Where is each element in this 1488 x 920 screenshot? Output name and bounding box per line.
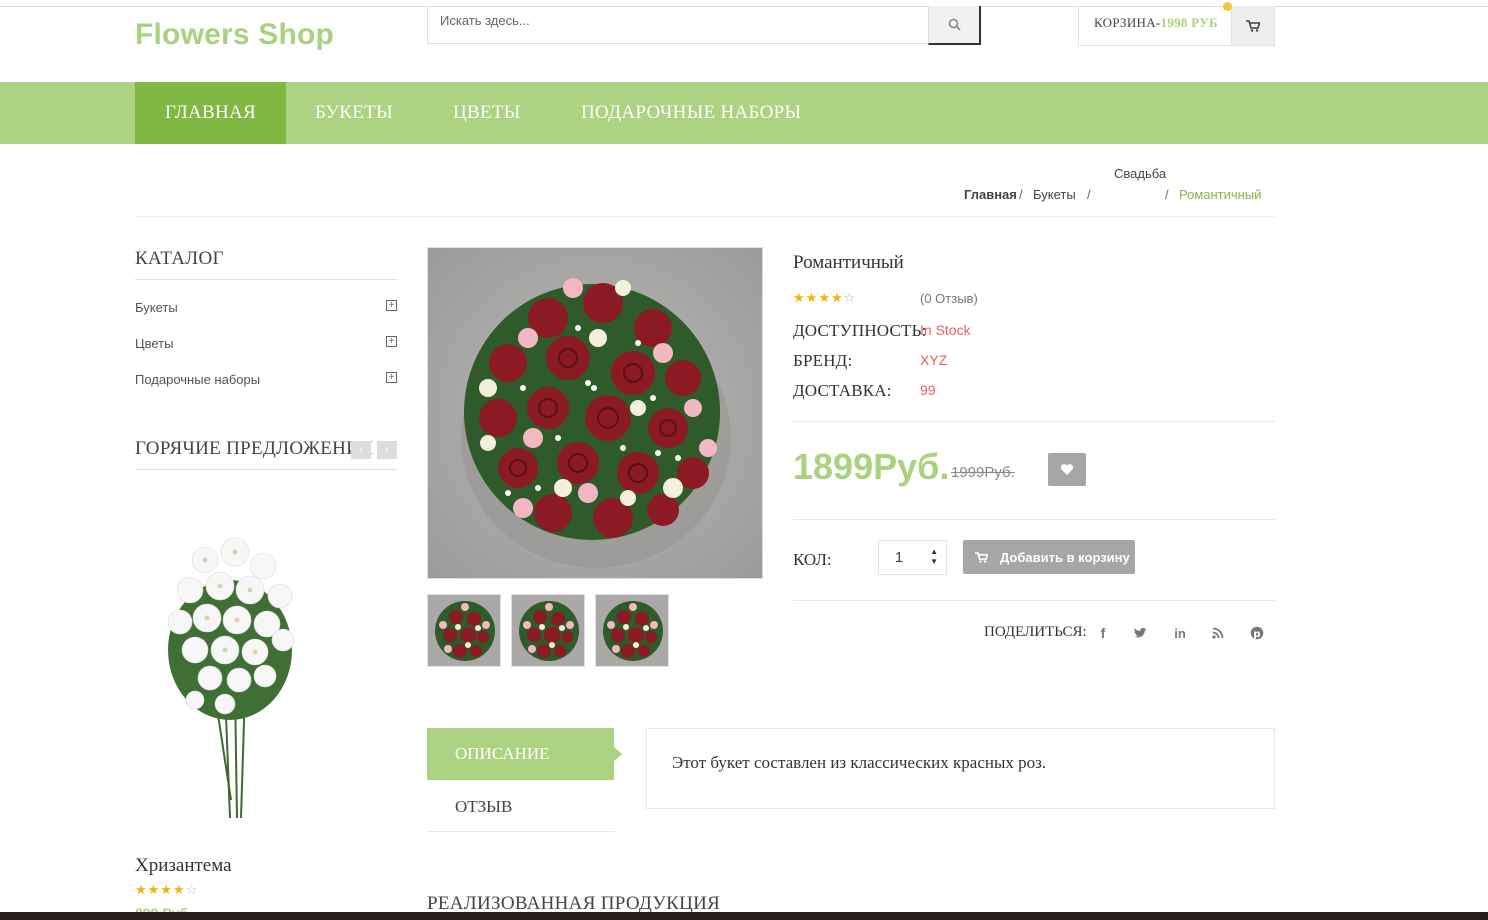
description-text: Этот букет составлен из классических кра… bbox=[672, 753, 1047, 772]
star-icon: ★ bbox=[830, 290, 844, 305]
catalog-title: КАТАЛОГ bbox=[135, 248, 224, 269]
quantity-label: КОЛ: bbox=[793, 550, 832, 569]
star-empty-icon: ☆ bbox=[185, 882, 199, 897]
breadcrumb-bouquets[interactable]: Букеты bbox=[1033, 187, 1076, 202]
catalog-item-bouquets[interactable]: Букеты + bbox=[135, 300, 397, 315]
svg-text:p: p bbox=[1253, 629, 1260, 640]
star-icon: ★ bbox=[135, 882, 148, 897]
cart-icon bbox=[975, 551, 988, 563]
cart-badge bbox=[1223, 2, 1232, 11]
star-icon: ★ bbox=[818, 290, 831, 305]
breadcrumb-separator: / bbox=[1019, 187, 1023, 202]
promo-rating: ★★★★☆ bbox=[135, 882, 198, 898]
hot-offers-title: ГОРЯЧИЕ ПРЕДЛОЖЕНИЯ bbox=[135, 438, 374, 459]
star-icon: ★ bbox=[172, 882, 186, 897]
catalog-divider bbox=[135, 279, 397, 280]
increment-icon: ▲ bbox=[930, 547, 938, 556]
delivery-value: 99 bbox=[920, 382, 936, 398]
cart-icon bbox=[1246, 19, 1260, 32]
star-empty-icon: ☆ bbox=[843, 290, 857, 305]
product-main-image[interactable] bbox=[427, 247, 763, 579]
promo-product-image[interactable] bbox=[135, 500, 335, 822]
expand-plus-icon[interactable]: + bbox=[386, 300, 397, 311]
nav-item-home[interactable]: ГЛАВНАЯ bbox=[135, 82, 286, 144]
product-title: Романтичный bbox=[793, 252, 904, 273]
add-to-cart-label: Добавить в корзину bbox=[1000, 549, 1130, 565]
decrement-icon: ▼ bbox=[930, 557, 938, 566]
delivery-label: ДОСТАВКА: bbox=[793, 381, 892, 400]
review-count[interactable]: (0 Отзыв) bbox=[920, 291, 978, 306]
catalog-item-label: Букеты bbox=[135, 300, 178, 315]
search-input[interactable] bbox=[440, 6, 940, 34]
bottom-edge bbox=[0, 912, 1488, 920]
breadcrumb-wedding[interactable]: Свадьба bbox=[1114, 166, 1166, 181]
product-thumbnail[interactable] bbox=[595, 594, 669, 667]
search-icon bbox=[948, 18, 961, 31]
search-button[interactable] bbox=[928, 6, 981, 45]
catalog-item-flowers[interactable]: Цветы + bbox=[135, 336, 397, 351]
carousel-next-button[interactable]: › bbox=[377, 441, 397, 459]
breadcrumb-home[interactable]: Главная bbox=[964, 187, 1017, 202]
site-logo[interactable]: Flowers Shop bbox=[135, 18, 334, 52]
star-icon: ★ bbox=[147, 882, 161, 897]
twitter-icon[interactable] bbox=[1131, 624, 1149, 642]
carousel-prev-button[interactable]: ‹ bbox=[351, 441, 371, 459]
availability-label: ДОСТУПНОСТЬ: bbox=[793, 321, 927, 340]
star-icon: ★ bbox=[160, 882, 173, 897]
wishlist-button[interactable] bbox=[1048, 453, 1086, 486]
catalog-item-label: Подарочные наборы bbox=[135, 372, 261, 387]
cart-label: КОРЗИНА- bbox=[1094, 15, 1161, 30]
product-thumbnail[interactable] bbox=[427, 594, 501, 667]
quantity-arrows[interactable]: ▲ ▼ bbox=[930, 547, 938, 567]
search-bar bbox=[427, 6, 981, 45]
facebook-icon[interactable]: f bbox=[1094, 624, 1112, 642]
quantity-input[interactable] bbox=[879, 541, 919, 574]
star-icon: ★ bbox=[805, 290, 819, 305]
pinterest-icon[interactable]: p bbox=[1248, 624, 1266, 642]
divider bbox=[793, 519, 1275, 520]
cart-total: 1998 РУБ bbox=[1160, 15, 1218, 30]
product-old-price: 1999Руб. bbox=[951, 464, 1015, 481]
breadcrumb-separator: / bbox=[1165, 187, 1169, 202]
add-to-cart-button[interactable]: Добавить в корзину bbox=[963, 540, 1135, 574]
divider bbox=[793, 600, 1275, 601]
promo-product-name[interactable]: Хризантема bbox=[135, 855, 232, 877]
cart-summary: КОРЗИНА-1998 РУБ bbox=[1094, 15, 1218, 31]
divider bbox=[793, 421, 1275, 422]
brand-label: БРЕНД: bbox=[793, 351, 853, 370]
description-panel: Этот букет составлен из классических кра… bbox=[646, 728, 1275, 809]
tab-description[interactable]: ОПИСАНИЕ bbox=[427, 728, 622, 780]
quantity-stepper[interactable]: ▲▼ bbox=[878, 540, 947, 575]
product-rating: ★★★★☆ bbox=[793, 290, 856, 306]
breadcrumb-current: Романтичный bbox=[1179, 187, 1262, 202]
availability-value: In Stock bbox=[920, 322, 971, 338]
rss-icon[interactable] bbox=[1209, 624, 1227, 642]
hot-offers-divider bbox=[135, 469, 397, 470]
linkedin-icon[interactable]: in bbox=[1171, 624, 1189, 642]
nav-item-flowers[interactable]: ЦВЕТЫ bbox=[453, 82, 521, 144]
expand-plus-icon[interactable]: + bbox=[386, 372, 397, 383]
expand-plus-icon[interactable]: + bbox=[386, 336, 397, 347]
cart-button[interactable] bbox=[1223, 2, 1274, 45]
heart-icon bbox=[1060, 464, 1074, 475]
mini-cart[interactable]: КОРЗИНА-1998 РУБ bbox=[1078, 2, 1275, 46]
catalog-item-label: Цветы bbox=[135, 336, 174, 351]
breadcrumb-separator: / bbox=[1087, 187, 1091, 202]
nav-item-bouquets[interactable]: БУКЕТЫ bbox=[315, 82, 393, 144]
product-price: 1899Руб. bbox=[793, 446, 950, 487]
brand-value: XYZ bbox=[920, 352, 948, 368]
star-icon: ★ bbox=[793, 290, 806, 305]
catalog-item-gift-sets[interactable]: Подарочные наборы + bbox=[135, 372, 397, 387]
breadcrumb-divider bbox=[135, 216, 1275, 217]
share-label: ПОДЕЛИТЬСЯ: bbox=[984, 624, 1087, 640]
main-nav: ГЛАВНАЯ БУКЕТЫ ЦВЕТЫ ПОДАРОЧНЫЕ НАБОРЫ bbox=[0, 82, 1488, 144]
tab-review[interactable]: ОТЗЫВ bbox=[427, 782, 615, 832]
nav-item-gift-sets[interactable]: ПОДАРОЧНЫЕ НАБОРЫ bbox=[581, 82, 801, 144]
product-thumbnail[interactable] bbox=[511, 594, 585, 667]
